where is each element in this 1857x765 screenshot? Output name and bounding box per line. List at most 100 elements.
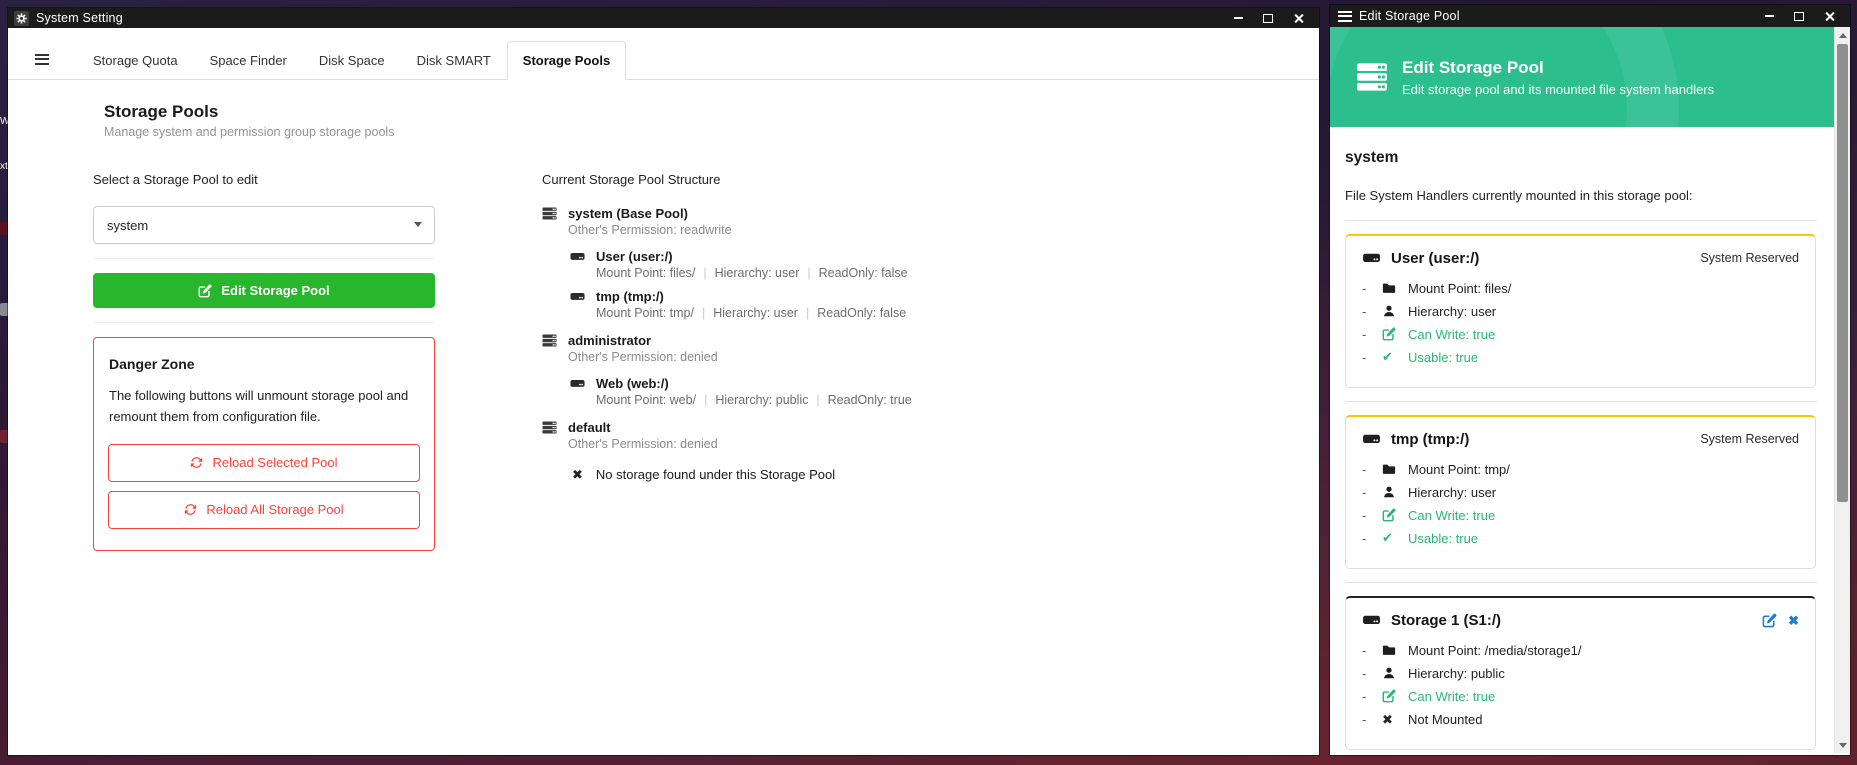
storage-mount: Mount Point: files/ — [596, 266, 695, 280]
storage-mount: Mount Point: web/ — [596, 393, 696, 407]
maximize-button[interactable] — [1253, 8, 1283, 28]
edit-handler-button[interactable] — [1762, 613, 1777, 628]
fs-item-can-write: - Can Write: true — [1362, 688, 1799, 704]
storage-pool-select[interactable]: system — [93, 206, 435, 244]
fs-item-not-mounted: - ✖ Not Mounted — [1362, 711, 1799, 727]
edit-storage-pool-window: Edit Storage Pool Edit Storage Pool Edit… — [1330, 5, 1850, 755]
storage-mount: Mount Point: tmp/ — [596, 306, 694, 320]
fs-item-label: Mount Point: files/ — [1408, 281, 1511, 296]
bullet: - — [1362, 643, 1382, 658]
hdd-icon — [570, 376, 585, 391]
tab-storage-pools[interactable]: Storage Pools — [507, 41, 626, 80]
fs-card-title: Storage 1 (S1:/) — [1391, 612, 1501, 629]
handlers-description: File System Handlers currently mounted i… — [1345, 188, 1817, 203]
fs-item-label: Can Write: true — [1408, 508, 1495, 523]
storage-hierarchy: Hierarchy: user — [713, 306, 798, 320]
separator: | — [696, 393, 715, 407]
edit-icon — [1762, 613, 1777, 628]
tab-disk-smart[interactable]: Disk SMART — [401, 41, 507, 80]
fs-item-can-write: - Can Write: true — [1362, 326, 1799, 342]
storage-node-user: User (user:/) Mount Point: files/|Hierar… — [570, 249, 1182, 280]
maximize-button[interactable] — [1784, 6, 1814, 26]
fs-item-label: Hierarchy: user — [1408, 485, 1496, 500]
fs-item-hierarchy: - Hierarchy: user — [1362, 484, 1799, 500]
bullet: - — [1362, 462, 1382, 477]
storage-name: Web (web:/) — [596, 376, 912, 391]
bullet: - — [1362, 712, 1382, 727]
user-icon — [1382, 304, 1408, 318]
divider — [1345, 401, 1817, 402]
reload-selected-pool-button[interactable]: Reload Selected Pool — [108, 444, 420, 482]
fs-item-mount: - Mount Point: files/ — [1362, 280, 1799, 296]
divider — [1345, 582, 1817, 583]
bullet: - — [1362, 327, 1382, 342]
storage-node-web: Web (web:/) Mount Point: web/|Hierarchy:… — [570, 376, 1182, 407]
fs-item-label: Usable: true — [1408, 531, 1478, 546]
fs-card-user: User (user:/) System Reserved - Mount Po… — [1345, 234, 1816, 388]
menu-icon[interactable] — [35, 51, 49, 67]
scroll-down-arrow-icon[interactable] — [1835, 738, 1850, 752]
minimize-button[interactable] — [1223, 8, 1253, 28]
fs-card-title: tmp (tmp:/) — [1391, 431, 1469, 448]
bullet: - — [1362, 666, 1382, 681]
fs-item-label: Hierarchy: public — [1408, 666, 1505, 681]
page-subtitle: Manage system and permission group stora… — [104, 125, 1319, 139]
fs-item-label: Mount Point: /media/storage1/ — [1408, 643, 1581, 658]
hdd-icon — [1362, 611, 1381, 629]
storage-readonly: ReadOnly: true — [828, 393, 912, 407]
minimize-button[interactable] — [1754, 6, 1784, 26]
tree-title: Current Storage Pool Structure — [542, 172, 1182, 187]
user-icon — [1382, 485, 1408, 499]
page-title: Storage Pools — [104, 102, 1319, 122]
reload-all-storage-pool-label: Reload All Storage Pool — [206, 502, 343, 517]
remove-handler-button[interactable]: ✖ — [1788, 613, 1799, 628]
danger-zone-card: Danger Zone The following buttons will u… — [93, 337, 435, 551]
system-reserved-badge: System Reserved — [1700, 251, 1799, 265]
server-icon — [542, 420, 557, 435]
storage-hierarchy: Hierarchy: user — [715, 266, 800, 280]
server-icon — [542, 206, 557, 221]
cross-icon: ✖ — [1382, 712, 1408, 727]
fs-item-mount: - Mount Point: tmp/ — [1362, 461, 1799, 477]
server-icon — [1355, 61, 1389, 93]
close-button[interactable] — [1283, 8, 1313, 28]
fs-card-tmp: tmp (tmp:/) System Reserved - Mount Poin… — [1345, 415, 1816, 569]
window-titlebar[interactable]: Edit Storage Pool — [1330, 5, 1850, 27]
user-icon — [1382, 666, 1408, 680]
pool-node-default: default Other's Permission: denied ✖ No … — [542, 420, 1182, 482]
divider — [93, 258, 435, 259]
fs-item-label: Hierarchy: user — [1408, 304, 1496, 319]
close-icon — [1824, 11, 1835, 22]
reload-selected-pool-label: Reload Selected Pool — [212, 455, 337, 470]
tab-space-finder[interactable]: Space Finder — [194, 41, 303, 80]
fs-item-usable: - ✔ Usable: true — [1362, 530, 1799, 546]
window-titlebar[interactable]: System Setting — [8, 8, 1319, 28]
close-icon — [1293, 13, 1304, 24]
system-reserved-badge: System Reserved — [1700, 432, 1799, 446]
tab-disk-space[interactable]: Disk Space — [303, 41, 401, 80]
tab-storage-quota[interactable]: Storage Quota — [77, 41, 194, 80]
edit-storage-pool-button[interactable]: Edit Storage Pool — [93, 273, 435, 308]
scroll-up-arrow-icon[interactable] — [1835, 28, 1850, 42]
refresh-icon — [184, 503, 197, 516]
divider — [1345, 220, 1817, 221]
fs-item-label: Not Mounted — [1408, 712, 1482, 727]
fs-card-storage1: Storage 1 (S1:/) ✖ - Mount Point: /media… — [1345, 596, 1816, 750]
pool-name: system (Base Pool) — [568, 206, 688, 221]
fs-item-mount: - Mount Point: /media/storage1/ — [1362, 642, 1799, 658]
scrollbar[interactable] — [1834, 27, 1850, 753]
bullet: - — [1362, 689, 1382, 704]
scrollbar-thumb[interactable] — [1837, 44, 1848, 502]
chevron-down-icon — [414, 222, 422, 227]
hdd-icon — [1362, 430, 1381, 448]
fs-item-hierarchy: - Hierarchy: public — [1362, 665, 1799, 681]
danger-zone-title: Danger Zone — [109, 356, 419, 372]
check-icon: ✔ — [1382, 531, 1408, 545]
close-button[interactable] — [1814, 6, 1844, 26]
reload-all-storage-pool-button[interactable]: Reload All Storage Pool — [108, 491, 420, 529]
folder-icon — [1382, 281, 1408, 295]
edit-pool-banner: Edit Storage Pool Edit storage pool and … — [1330, 27, 1835, 127]
refresh-icon — [190, 456, 203, 469]
folder-icon — [1382, 462, 1408, 476]
edit-icon — [1382, 327, 1408, 341]
